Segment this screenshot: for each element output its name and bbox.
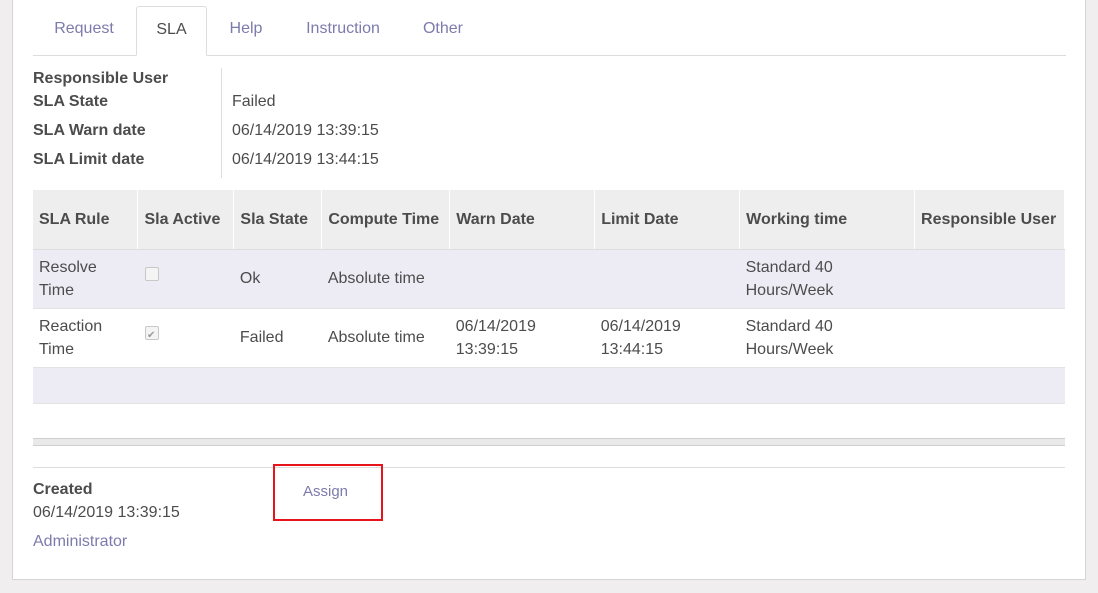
sla-limit-date-value: 06/14/2019 13:44:15 [232, 151, 379, 168]
cell-sla-rule: Resolve Time [33, 249, 138, 309]
cell-limit-date [594, 249, 740, 309]
sla-limit-date-label: SLA Limit date [33, 151, 145, 168]
cell-sla-state: Ok [233, 249, 322, 309]
cell-compute-time: Absolute time [321, 249, 450, 309]
created-by-link[interactable]: Administrator [33, 533, 127, 551]
column-header-limit-date[interactable]: Limit Date [594, 190, 741, 250]
cell-warn-date [449, 249, 595, 309]
created-label: Created [33, 481, 93, 498]
cell-responsible-user [914, 249, 1065, 309]
table-empty-row [33, 367, 1065, 404]
cell-warn-date: 06/14/2019 13:39:15 [449, 308, 595, 368]
cell-limit-date: 06/14/2019 13:44:15 [594, 308, 740, 368]
cell-sla-active [137, 308, 234, 368]
created-date: 06/14/2019 13:39:15 [33, 504, 180, 521]
tab-request[interactable]: Request [33, 6, 135, 55]
cell-working-time: Standard 40 Hours/Week [739, 308, 915, 368]
table-footer-bar [33, 438, 1065, 446]
tab-other[interactable]: Other [405, 6, 481, 55]
cell-sla-rule: Reaction Time [33, 308, 138, 368]
table-header-row: SLA Rule Sla Active Sla State Compute Ti… [33, 190, 1065, 250]
column-header-sla-state[interactable]: Sla State [233, 190, 323, 250]
checkbox-checked-icon [144, 324, 159, 347]
sla-state-label: SLA State [33, 93, 108, 110]
cell-sla-state: Failed [233, 308, 322, 368]
sla-warn-date-label: SLA Warn date [33, 122, 146, 139]
cell-responsible-user [914, 308, 1065, 368]
section-divider [33, 467, 1065, 468]
column-header-working-time[interactable]: Working time [739, 190, 916, 250]
column-header-compute-time[interactable]: Compute Time [321, 190, 451, 250]
cell-sla-active [137, 249, 234, 309]
cell-working-time: Standard 40 Hours/Week [739, 249, 915, 309]
column-header-sla-active[interactable]: Sla Active [137, 190, 235, 250]
sla-warn-date-value: 06/14/2019 13:39:15 [232, 122, 379, 139]
field-separator [221, 68, 222, 178]
sla-state-value: Failed [232, 93, 276, 110]
table-row[interactable]: Resolve Time Ok Absolute time Standard 4… [33, 249, 1065, 309]
column-header-responsible-user[interactable]: Responsible User [914, 190, 1065, 250]
highlight-box [273, 464, 383, 521]
checkbox-unchecked-icon [144, 267, 159, 281]
tab-instruction[interactable]: Instruction [289, 6, 397, 55]
table-row[interactable]: Reaction Time Failed Absolute time 06/14… [33, 308, 1065, 368]
sla-table: SLA Rule Sla Active Sla State Compute Ti… [33, 190, 1065, 404]
column-header-warn-date[interactable]: Warn Date [449, 190, 596, 250]
tab-sla[interactable]: SLA [136, 6, 207, 56]
responsible-user-label: Responsible User [33, 70, 169, 87]
notebook-tabs: Request SLA Help Instruction Other [33, 6, 1066, 56]
column-header-sla-rule[interactable]: SLA Rule [33, 190, 139, 250]
tab-help[interactable]: Help [213, 6, 279, 55]
cell-compute-time: Absolute time [321, 308, 450, 368]
